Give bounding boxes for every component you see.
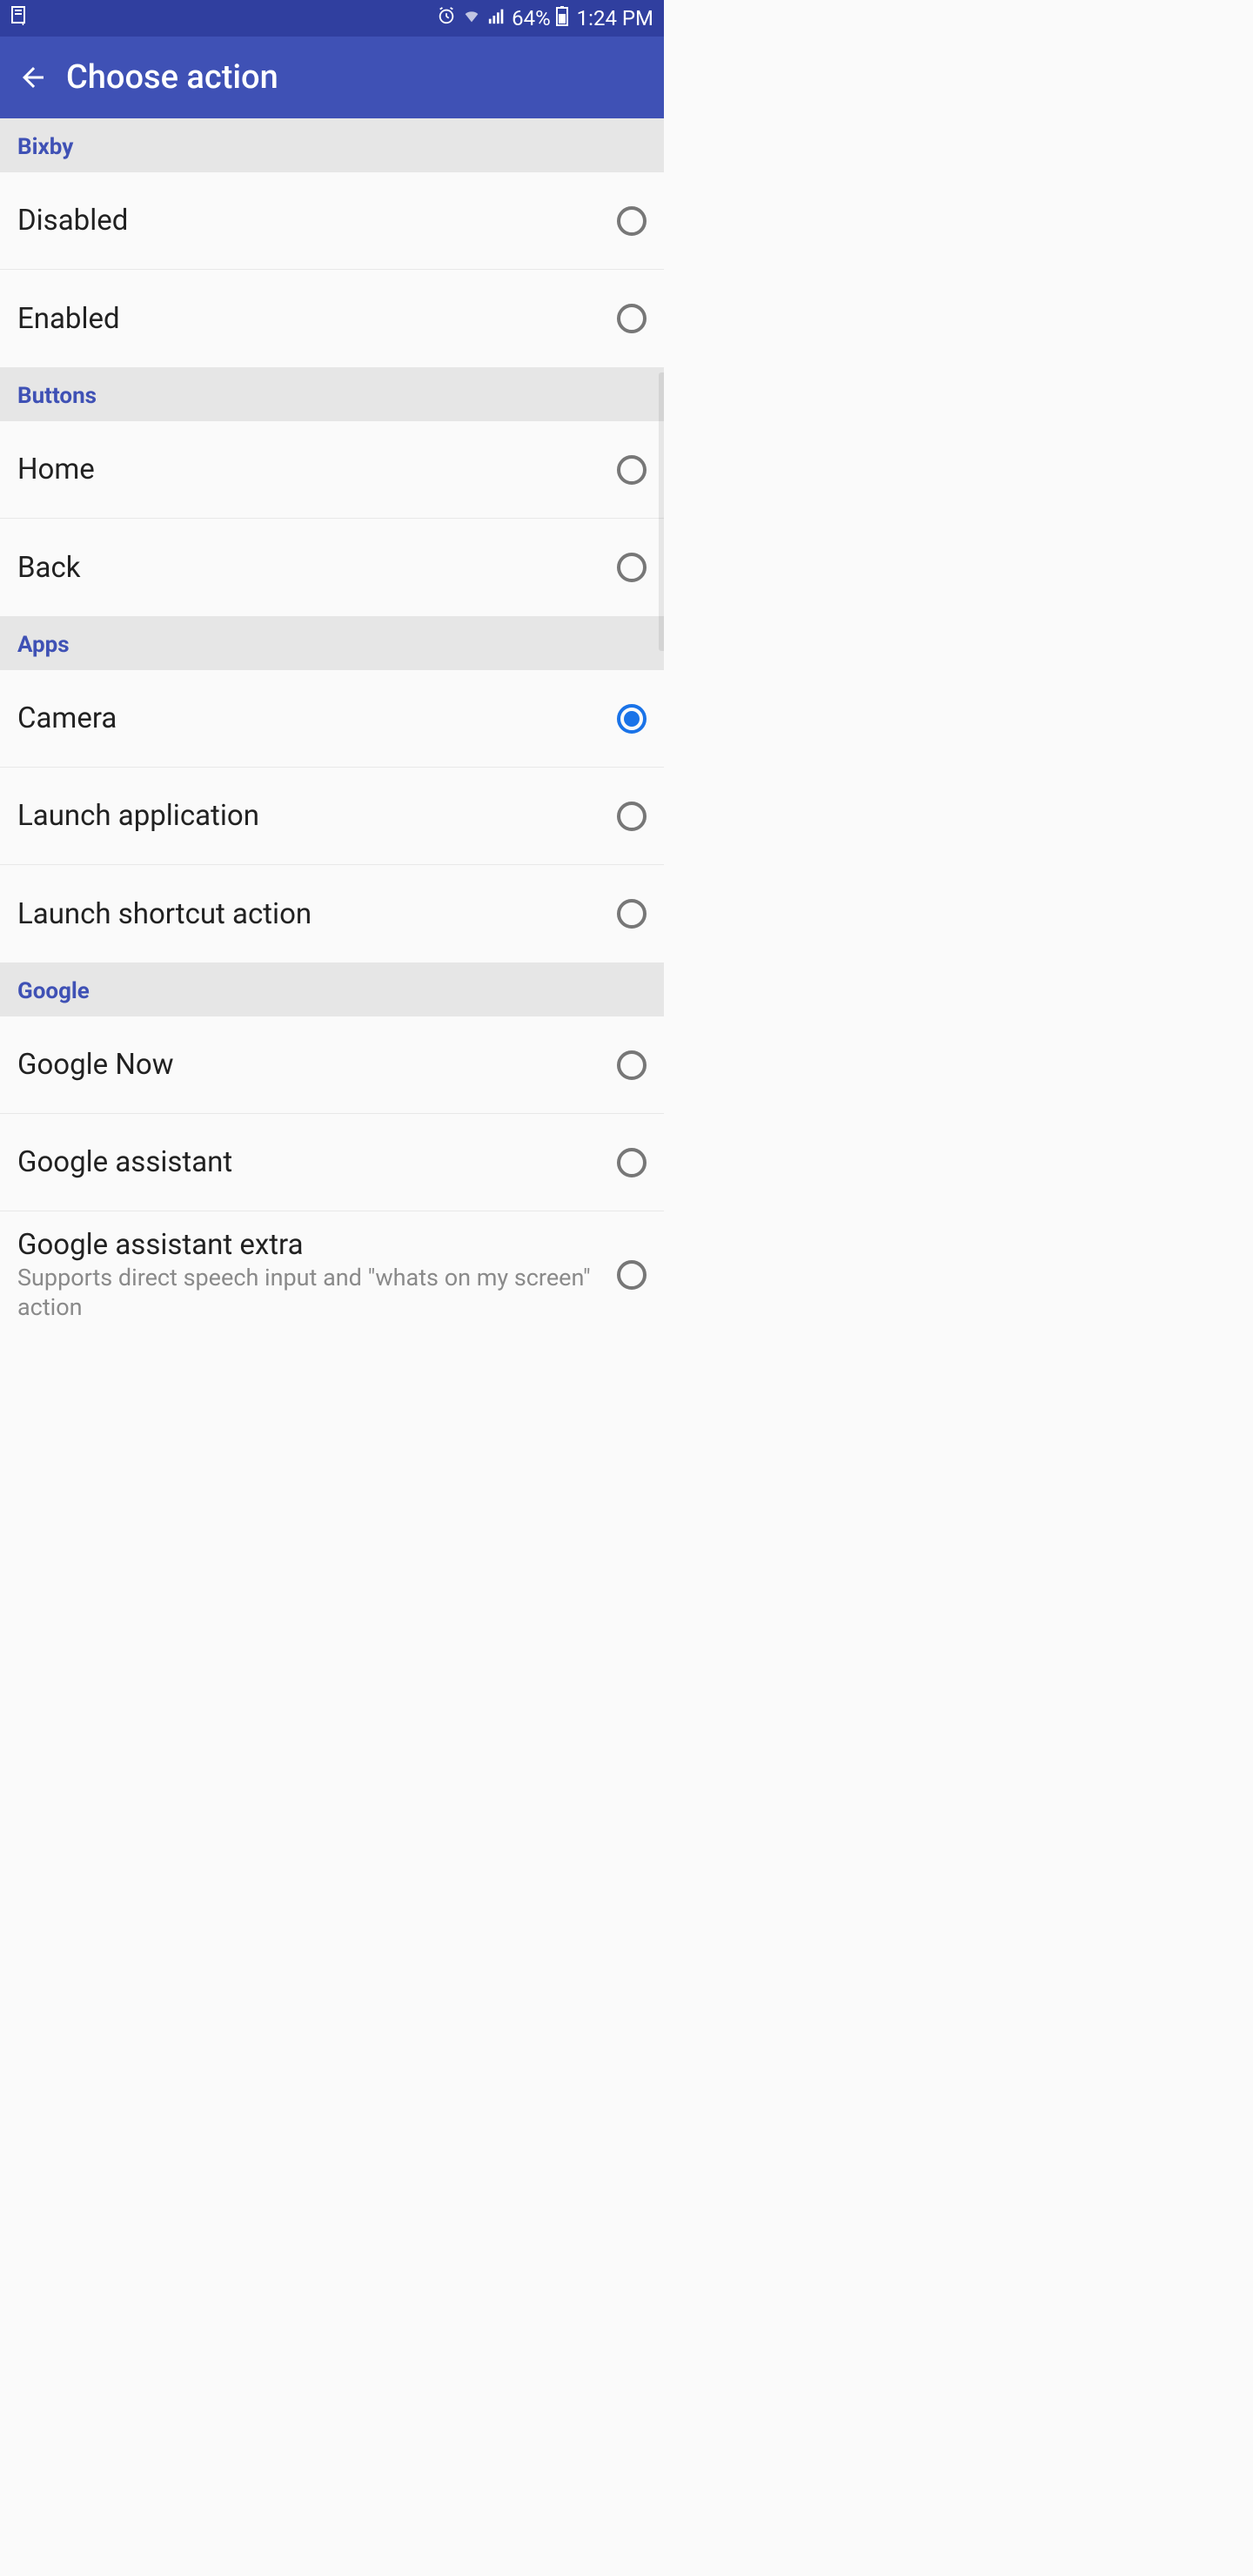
radio-icon [617, 206, 647, 236]
back-button[interactable] [16, 60, 50, 95]
scrollbar[interactable] [659, 372, 664, 651]
option-google-assistant[interactable]: Google assistant [0, 1114, 664, 1211]
option-label: Back [17, 551, 608, 585]
radio-icon [617, 1050, 647, 1080]
option-disabled[interactable]: Disabled [0, 172, 664, 270]
section-header-google: Google [0, 963, 664, 1016]
arrow-left-icon [17, 62, 49, 93]
status-bar: x 64% 1:24 PM [0, 0, 664, 37]
option-label: Google Now [17, 1048, 608, 1082]
svg-text:x: x [21, 20, 25, 25]
status-left: x [10, 6, 26, 30]
radio-icon [617, 1260, 647, 1290]
list-buttons: Home Back [0, 421, 664, 616]
radio-icon-selected [617, 704, 647, 734]
battery-percent: 64% [512, 6, 551, 30]
option-google-now[interactable]: Google Now [0, 1016, 664, 1114]
option-launch-shortcut-action[interactable]: Launch shortcut action [0, 865, 664, 963]
radio-icon [617, 455, 647, 485]
radio-icon [617, 899, 647, 929]
option-label: Home [17, 453, 608, 486]
radio-icon [617, 1148, 647, 1177]
battery-icon [556, 5, 568, 31]
option-google-assistant-extra[interactable]: Google assistant extra Supports direct s… [0, 1211, 664, 1333]
list-bixby: Disabled Enabled [0, 172, 664, 367]
sim-icon: x [10, 6, 26, 30]
status-right: 64% 1:24 PM [437, 5, 653, 31]
page-title: Choose action [66, 58, 278, 97]
option-camera[interactable]: Camera [0, 670, 664, 768]
option-launch-application[interactable]: Launch application [0, 768, 664, 865]
option-label: Google assistant extra [17, 1228, 608, 1262]
option-home[interactable]: Home [0, 421, 664, 519]
option-label: Launch shortcut action [17, 897, 608, 931]
section-header-apps: Apps [0, 616, 664, 670]
status-time: 1:24 PM [577, 6, 653, 30]
list-google: Google Now Google assistant Google assis… [0, 1016, 664, 1333]
list-apps: Camera Launch application Launch shortcu… [0, 670, 664, 963]
option-enabled[interactable]: Enabled [0, 270, 664, 367]
radio-icon [617, 553, 647, 582]
section-header-bixby: Bixby [0, 118, 664, 172]
radio-icon [617, 304, 647, 333]
option-label: Enabled [17, 302, 608, 336]
option-label: Launch application [17, 799, 608, 833]
option-label: Google assistant [17, 1145, 608, 1179]
wifi-icon [461, 6, 482, 30]
option-subtitle: Supports direct speech input and "whats … [17, 1264, 608, 1323]
option-label: Disabled [17, 204, 608, 238]
signal-icon [487, 6, 506, 30]
alarm-icon [437, 6, 456, 30]
option-label: Camera [17, 701, 608, 735]
option-back[interactable]: Back [0, 519, 664, 616]
app-bar: Choose action [0, 37, 664, 118]
radio-icon [617, 802, 647, 831]
section-header-buttons: Buttons [0, 367, 664, 421]
